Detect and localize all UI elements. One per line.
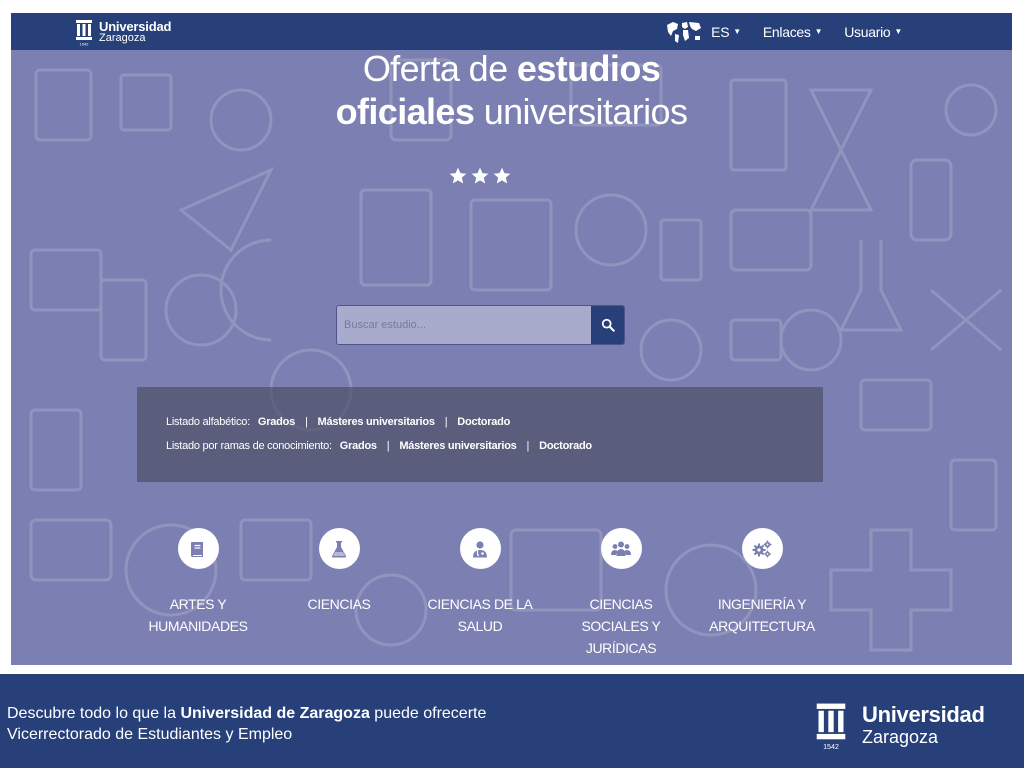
search-button[interactable] [591, 306, 624, 344]
category-label: ARTES Y HUMANIDADES [148, 596, 248, 634]
building-logo-icon: 1542 [816, 703, 846, 750]
logo-year: 1542 [823, 743, 839, 750]
footer-department: Vicerrectorado de Estudiantes y Empleo [7, 726, 293, 743]
footer-tagline: Descubre todo lo que la Universidad de Z… [7, 705, 486, 723]
browser-screenshot: 1542 Universidad Zaragoza ES ▼ Enlaces ▼… [11, 13, 1012, 665]
category-artes-humanidades[interactable]: ARTES Y HUMANIDADES [128, 528, 268, 637]
alphabetical-listing: Listado alfabético: Grados | Másteres un… [166, 416, 510, 428]
search-input[interactable] [337, 306, 591, 344]
alphabetical-label: Listado alfabético: [166, 416, 250, 428]
decorative-stars [448, 166, 514, 186]
search-bar [336, 305, 625, 345]
logo-line1: Universidad [99, 18, 172, 34]
university-logo[interactable]: 1542 Universidad Zaragoza [75, 16, 171, 47]
navbar-menu: ES ▼ Enlaces ▼ Usuario ▼ [665, 13, 902, 50]
book-icon [191, 541, 203, 557]
separator: | [526, 440, 530, 452]
category-label: CIENCIAS [307, 596, 371, 612]
title-line2-bold: oficiales [335, 91, 475, 132]
world-map-icon [667, 21, 702, 43]
language-label: ES [711, 23, 730, 40]
footer-tagline-end: puede ofrecerte [374, 705, 487, 722]
alphabetical-masteres-link[interactable]: Másteres universitarios [318, 416, 435, 428]
star-icon [449, 167, 467, 184]
branch-masteres-link[interactable]: Másteres universitarios [399, 440, 516, 452]
category-icon-circle [177, 528, 219, 569]
branch-label: Listado por ramas de conocimiento: [166, 440, 332, 452]
separator: | [444, 416, 448, 428]
people-icon [611, 541, 631, 556]
building-logo-icon: 1542 [76, 19, 92, 46]
category-icon-circle [459, 528, 501, 569]
separator: | [386, 440, 390, 452]
search-icon [601, 318, 615, 332]
gears-icon [752, 540, 772, 557]
category-label: CIENCIAS SOCIALES Y JURÍDICAS [581, 596, 661, 656]
alphabetical-doctorado-link[interactable]: Doctorado [457, 416, 510, 428]
title-line2-regular: universitarios [483, 91, 688, 132]
chevron-down-icon: ▼ [814, 27, 823, 36]
logo-year: 1542 [80, 41, 90, 46]
footer-logo-line1: Universidad [862, 702, 985, 727]
study-listings-panel: Listado alfabético: Grados | Másteres un… [137, 387, 823, 482]
chevron-down-icon: ▼ [733, 27, 741, 36]
category-ciencias[interactable]: CIENCIAS [269, 528, 409, 615]
footer-university-logo: 1542 Universidad Zaragoza [814, 700, 985, 750]
star-icon [493, 167, 511, 184]
footer-tagline-start: Descubre todo lo que la [7, 705, 176, 722]
category-label: CIENCIAS DE LA SALUD [427, 596, 533, 634]
page-title: Oferta de estudios oficiales universitar… [11, 47, 1012, 133]
category-label: INGENIERÍA Y ARQUITECTURA [709, 596, 815, 634]
category-icon-circle [741, 528, 783, 569]
logo-line2: Zaragoza [99, 31, 146, 44]
language-menu[interactable]: ES ▼ [711, 24, 741, 40]
footer-tagline-bold: Universidad de Zaragoza [180, 705, 370, 722]
chevron-down-icon: ▼ [894, 27, 902, 36]
footer-logo-line2: Zaragoza [862, 727, 939, 747]
slide-footer: Descubre todo lo que la Universidad de Z… [0, 674, 1024, 768]
user-label: Usuario [844, 23, 891, 40]
category-icon-circle [600, 528, 642, 569]
top-navbar: 1542 Universidad Zaragoza ES ▼ Enlaces ▼… [11, 13, 1012, 50]
user-menu[interactable]: Usuario ▼ [844, 24, 902, 40]
branch-listing: Listado por ramas de conocimiento: Grado… [166, 440, 592, 452]
alphabetical-grados-link[interactable]: Grados [258, 416, 295, 428]
doctor-icon [473, 540, 487, 557]
separator: | [304, 416, 308, 428]
category-ciencias-sociales-juridicas[interactable]: CIENCIAS SOCIALES Y JURÍDICAS [551, 528, 691, 659]
category-ingenieria-arquitectura[interactable]: INGENIERÍA Y ARQUITECTURA [692, 528, 832, 637]
title-line1-bold: estudios [516, 48, 661, 89]
category-icon-circle [318, 528, 360, 569]
flask-icon [331, 540, 347, 557]
branch-doctorado-link[interactable]: Doctorado [539, 440, 592, 452]
links-menu[interactable]: Enlaces ▼ [762, 23, 823, 40]
links-label: Enlaces [762, 23, 811, 40]
category-ciencias-salud[interactable]: CIENCIAS DE LA SALUD [410, 528, 550, 637]
star-icon [471, 167, 489, 184]
branch-grados-link[interactable]: Grados [340, 440, 377, 452]
title-line1-regular: Oferta de [362, 48, 508, 89]
